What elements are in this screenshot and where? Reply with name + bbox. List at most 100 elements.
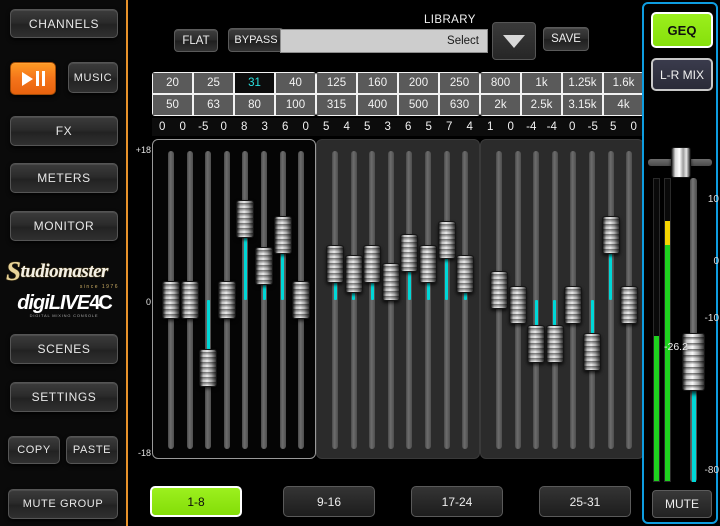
pan-knob[interactable] [671,147,691,178]
copy-button[interactable]: COPY [8,436,60,464]
monitor-button[interactable]: MONITOR [10,211,118,241]
band-cell-400[interactable]: 400 [358,95,397,115]
fader-knob[interactable] [199,349,217,387]
music-button[interactable]: MUSIC [68,62,118,93]
band-cell-31[interactable]: 31 [235,73,274,93]
fader-knob[interactable] [255,247,273,285]
band-cell-100[interactable]: 100 [276,95,315,115]
band-cell-80[interactable]: 80 [235,95,274,115]
fader-knob[interactable] [509,286,527,324]
meters-button[interactable]: METERS [10,163,118,193]
paste-button[interactable]: PASTE [66,436,118,464]
eq-fader-14[interactable] [420,151,436,449]
band-cell-4k[interactable]: 4k [604,95,643,115]
pan-balance-slider[interactable] [648,147,712,177]
eq-fader-6[interactable] [256,151,272,449]
band-cell-500[interactable]: 500 [399,95,438,115]
fader-knob[interactable] [602,216,620,254]
fader-knob[interactable] [218,281,236,319]
range-tab-25-31[interactable]: 25-31 [539,486,631,517]
eq-fader-18[interactable] [510,151,526,449]
eq-fader-21[interactable] [565,151,581,449]
band-cell-50[interactable]: 50 [153,95,192,115]
eq-fader-2[interactable] [182,151,198,449]
flat-button[interactable]: FLAT [174,29,218,52]
fader-knob[interactable] [274,216,292,254]
eq-fader-3[interactable] [200,151,216,449]
band-cell-20[interactable]: 20 [153,73,192,93]
scenes-button[interactable]: SCENES [10,334,118,364]
band-cell-1k[interactable]: 1k [522,73,561,93]
fader-knob[interactable] [490,271,508,309]
eq-fader-9[interactable] [327,151,343,449]
fader-knob[interactable] [438,221,456,259]
fader-knob[interactable] [326,245,344,283]
band-cell-25[interactable]: 25 [194,73,233,93]
band-cell-800[interactable]: 800 [481,73,520,93]
band-cell-1.6k[interactable]: 1.6k [604,73,643,93]
fader-fill [207,300,210,351]
band-cell-40[interactable]: 40 [276,73,315,93]
eq-fader-19[interactable] [528,151,544,449]
mute-button[interactable]: MUTE [652,490,712,518]
fader-knob[interactable] [292,281,310,319]
range-tab-17-24[interactable]: 17-24 [411,486,503,517]
library-select-field[interactable]: Select [280,29,488,53]
eq-fader-5[interactable] [237,151,253,449]
mute-group-button[interactable]: MUTE GROUP [8,489,118,519]
eq-fader-24[interactable] [621,151,637,449]
fader-knob[interactable] [162,281,180,319]
eq-fader-22[interactable] [584,151,600,449]
eq-fader-4[interactable] [219,151,235,449]
fader-knob[interactable] [382,263,400,301]
eq-fader-7[interactable] [275,151,291,449]
eq-fader-10[interactable] [346,151,362,449]
fader-knob[interactable] [400,234,418,272]
band-cell-1.25k[interactable]: 1.25k [563,73,602,93]
channels-button[interactable]: CHANNELS [10,9,118,38]
eq-fader-11[interactable] [364,151,380,449]
eq-fader-12[interactable] [383,151,399,449]
eq-fader-17[interactable] [491,151,507,449]
eq-fader-23[interactable] [603,151,619,449]
eq-fader-15[interactable] [439,151,455,449]
eq-fader-16[interactable] [457,151,473,449]
eq-fader-13[interactable] [401,151,417,449]
fader-knob[interactable] [419,245,437,283]
eq-fader-20[interactable] [547,151,563,449]
fader-knob[interactable] [181,281,199,319]
eq-fader-1[interactable] [163,151,179,449]
band-cell-200[interactable]: 200 [399,73,438,93]
band-cell-315[interactable]: 315 [317,95,356,115]
play-pause-button[interactable] [10,62,56,95]
band-cell-3.15k[interactable]: 3.15k [563,95,602,115]
fader-knob[interactable] [564,286,582,324]
band-cell-2.5k[interactable]: 2.5k [522,95,561,115]
band-cell-630[interactable]: 630 [440,95,479,115]
fader-knob[interactable] [236,200,254,238]
band-gain-row: 54536574 [316,118,480,136]
band-cell-250[interactable]: 250 [440,73,479,93]
fader-knob[interactable] [456,255,474,293]
band-cell-63[interactable]: 63 [194,95,233,115]
range-tab-9-16[interactable]: 9-16 [283,486,375,517]
band-cell-160[interactable]: 160 [358,73,397,93]
band-cell-125[interactable]: 125 [317,73,356,93]
fader-knob[interactable] [363,245,381,283]
fx-button[interactable]: FX [10,116,118,146]
save-button[interactable]: SAVE [543,27,589,51]
fader-knob[interactable] [527,325,545,363]
fader-knob[interactable] [546,325,564,363]
fader-knob[interactable] [345,255,363,293]
band-cell-2k[interactable]: 2k [481,95,520,115]
lr-mix-button[interactable]: L-R MIX [651,58,713,91]
bypass-button[interactable]: BYPASS [228,28,284,52]
gain-value: 5 [316,118,337,136]
library-dropdown-button[interactable] [492,22,536,60]
geq-button[interactable]: GEQ [651,12,713,48]
fader-knob[interactable] [583,333,601,371]
eq-fader-8[interactable] [293,151,309,449]
settings-button[interactable]: SETTINGS [10,382,118,412]
fader-knob[interactable] [620,286,638,324]
range-tab-1-8[interactable]: 1-8 [150,486,242,517]
